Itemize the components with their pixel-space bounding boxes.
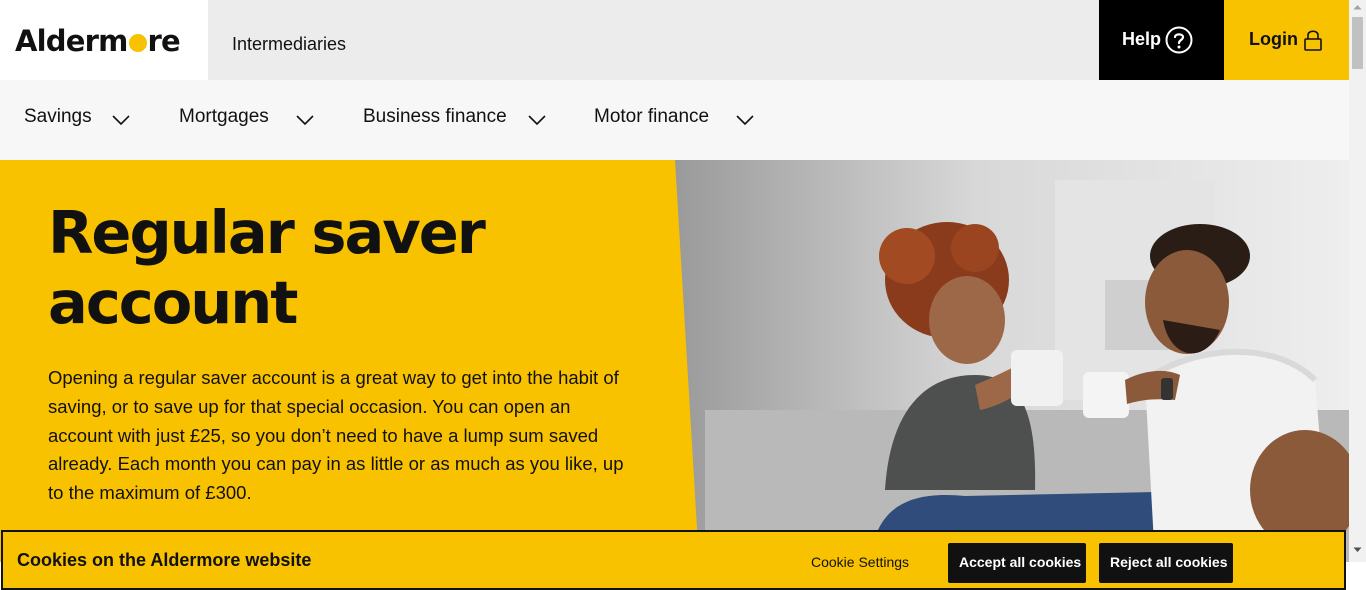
cookie-settings-link[interactable]: Cookie Settings (811, 554, 909, 570)
logo-link[interactable]: Alderm re (0, 0, 208, 80)
page-title-line1: Regular saver (48, 198, 486, 267)
login-label: Login (1249, 29, 1298, 49)
chevron-down-icon (296, 115, 314, 126)
nav-label-mortgages: Mortgages (179, 106, 269, 127)
nav-label-business-finance: Business finance (363, 106, 507, 127)
reject-all-cookies-button[interactable]: Reject all cookies (1099, 543, 1233, 583)
nav-item-business-finance[interactable]: Business finance (363, 106, 546, 136)
main-nav: Savings Mortgages Business finance Motor… (0, 80, 1349, 160)
page-title-line2: account (48, 268, 299, 337)
help-label: Help (1122, 29, 1162, 49)
nav-item-savings[interactable]: Savings (24, 106, 130, 136)
top-bar: Alderm re Intermediaries Help Login (0, 0, 1349, 80)
hero-photo (675, 160, 1349, 562)
nav-label-savings: Savings (24, 106, 92, 127)
intermediaries-link[interactable]: Intermediaries (232, 34, 346, 55)
nav-label-motor-finance: Motor finance (594, 106, 710, 127)
vertical-scrollbar[interactable] (1349, 0, 1366, 562)
padlock-icon (1303, 28, 1323, 57)
aldermore-logo: Alderm re (15, 24, 181, 58)
login-button[interactable]: Login (1224, 0, 1349, 80)
nav-item-motor-finance[interactable]: Motor finance (594, 106, 754, 136)
chevron-down-icon (112, 115, 130, 126)
page-title: Regular saver account (48, 198, 486, 338)
accept-all-cookies-button[interactable]: Accept all cookies (948, 543, 1086, 583)
chevron-down-icon (528, 115, 546, 126)
question-circle-icon (1165, 26, 1193, 59)
scrollbar-thumb[interactable] (1352, 17, 1363, 69)
hero-description: Opening a regular saver account is a gre… (48, 367, 624, 504)
cookie-banner-title: Cookies on the Aldermore website (17, 550, 312, 570)
nav-item-mortgages[interactable]: Mortgages (179, 106, 314, 136)
help-button[interactable]: Help (1099, 0, 1224, 80)
scroll-up-arrow-icon[interactable] (1353, 4, 1362, 10)
segment-bar: Intermediaries (208, 0, 1099, 80)
scroll-down-arrow-icon[interactable] (1353, 547, 1362, 553)
chevron-down-icon (736, 115, 754, 126)
cookie-banner: Cookies on the Aldermore website Cookie … (1, 530, 1346, 590)
hero-section: Regular saver account Opening a regular … (0, 160, 1349, 562)
